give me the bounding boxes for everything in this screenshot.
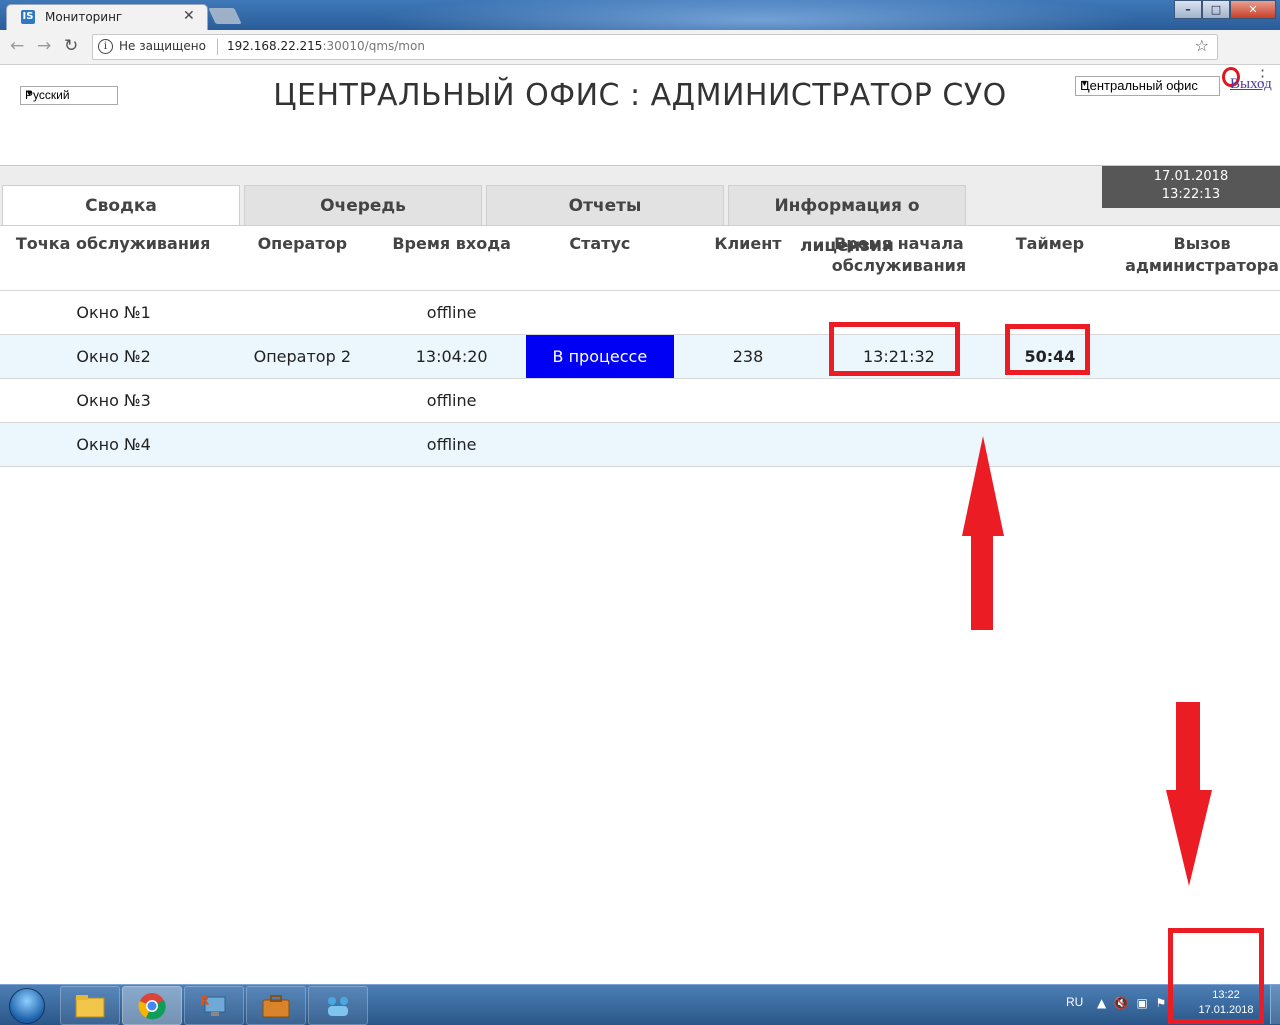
reload-icon[interactable]: ↻ xyxy=(64,36,78,56)
status-cell: В процессе xyxy=(525,334,674,379)
admin-call-cell xyxy=(1124,334,1280,379)
clock-date: 17.01.2018 xyxy=(1153,169,1229,184)
service-point-cell: Окно №3 xyxy=(0,378,228,423)
window-titlebar: IS Мониторинг ✕ – □ ✕ xyxy=(0,0,1280,30)
client-cell xyxy=(673,422,823,467)
column-header: Таймер xyxy=(975,226,1125,291)
url-path: :30010/qms/mon xyxy=(322,39,425,53)
network-icon[interactable]: ▣ xyxy=(1136,996,1147,1010)
tab-close-icon[interactable]: ✕ xyxy=(183,8,195,24)
table-header-row: Точка обслуживания Оператор Время входа … xyxy=(0,226,1280,291)
admin-call-cell xyxy=(1124,290,1280,335)
taskbar-remote-desktop[interactable]: R xyxy=(184,986,244,1025)
site-favicon-icon: IS xyxy=(21,10,35,24)
address-separator xyxy=(217,39,218,55)
annotation-arrow-up-icon xyxy=(962,436,1004,630)
status-cell xyxy=(525,422,674,467)
table-row: Окно №4 offline xyxy=(0,422,1280,467)
operator-cell xyxy=(227,422,378,467)
clock-time: 13:22:13 xyxy=(1161,187,1221,202)
annotation-box-timer xyxy=(1005,324,1090,375)
admin-call-cell xyxy=(1124,422,1280,467)
client-cell xyxy=(673,378,823,423)
service-point-cell: Окно №4 xyxy=(0,422,228,467)
client-cell: 238 xyxy=(673,334,823,379)
tab-queue[interactable]: Очередь xyxy=(244,185,482,225)
operator-cell: Оператор 2 xyxy=(227,334,378,379)
minimize-icon[interactable]: – xyxy=(1174,0,1202,19)
window-close-icon[interactable]: ✕ xyxy=(1230,0,1276,19)
svg-text:R: R xyxy=(200,994,209,1008)
back-arrow-icon[interactable]: ← xyxy=(10,36,24,56)
logout-link[interactable]: Выход xyxy=(1230,76,1272,93)
volume-muted-icon[interactable]: 🔇 xyxy=(1114,996,1129,1010)
chrome-icon xyxy=(138,992,166,1019)
column-header: Время входа xyxy=(377,226,526,291)
browser-toolbar: ← → ↻ i Не защищено 192.168.22.215:30010… xyxy=(0,30,1280,91)
column-header: Оператор xyxy=(227,226,378,291)
taskbar-briefcase-app[interactable] xyxy=(246,986,306,1025)
server-clock: 17.01.2018 13:22:13 xyxy=(1102,166,1280,208)
maximize-icon[interactable]: □ xyxy=(1202,0,1230,19)
tab-license-info[interactable]: Информация о лицензии xyxy=(728,185,966,256)
tab-summary[interactable]: Сводка xyxy=(2,185,240,226)
service-point-cell: Окно №1 xyxy=(0,290,228,335)
operator-cell xyxy=(227,378,378,423)
column-header: Статус xyxy=(525,226,674,291)
forward-arrow-icon[interactable]: → xyxy=(37,36,51,56)
browser-tab-title: Мониторинг xyxy=(45,10,123,24)
taskbar-network-app[interactable] xyxy=(308,986,368,1025)
service-start-cell xyxy=(822,378,976,423)
login-time-cell: offline xyxy=(377,290,526,335)
column-header: Точка обслуживания xyxy=(0,226,228,291)
status-cell xyxy=(525,378,674,423)
tray-flag-icon[interactable]: ⚑ xyxy=(1155,996,1166,1010)
status-badge: В процессе xyxy=(525,335,674,378)
network-people-icon xyxy=(328,996,348,1016)
folder-icon xyxy=(75,994,105,1017)
security-label[interactable]: Не защищено xyxy=(119,39,206,53)
url-host: 192.168.22.215 xyxy=(227,39,323,53)
briefcase-icon xyxy=(262,994,290,1017)
keyboard-language[interactable]: RU xyxy=(1066,995,1083,1009)
status-cell xyxy=(525,290,674,335)
tab-reports[interactable]: Отчеты xyxy=(486,185,724,225)
address-bar[interactable]: i Не защищено 192.168.22.215:30010/qms/m… xyxy=(92,34,1218,60)
start-button[interactable] xyxy=(2,986,50,1024)
client-cell xyxy=(673,290,823,335)
office-select[interactable]: Центральный офис ▼ xyxy=(1075,76,1220,96)
bookmark-star-icon[interactable]: ☆ xyxy=(1195,36,1209,55)
login-time-cell: offline xyxy=(377,422,526,467)
login-time-cell: offline xyxy=(377,378,526,423)
timer-cell xyxy=(975,378,1125,423)
taskbar-chrome[interactable] xyxy=(122,986,182,1025)
annotation-box-start-time xyxy=(829,322,960,376)
login-time-cell: 13:04:20 xyxy=(377,334,526,379)
operator-cell xyxy=(227,290,378,335)
new-tab-button[interactable] xyxy=(208,8,242,24)
column-header: Вызов администратора xyxy=(1124,226,1280,291)
annotation-box-clock xyxy=(1168,928,1264,1024)
browser-tab-active[interactable]: IS Мониторинг ✕ xyxy=(6,4,208,30)
windows-logo-icon xyxy=(9,988,45,1024)
column-header: Клиент xyxy=(673,226,823,291)
column-header: Время начала обслуживания xyxy=(822,226,976,291)
system-tray: ▲ 🔇 ▣ ⚑ xyxy=(1097,996,1166,1010)
annotation-arrow-down-icon xyxy=(1166,702,1212,886)
admin-call-cell xyxy=(1124,378,1280,423)
url-text[interactable]: 192.168.22.215:30010/qms/mon xyxy=(227,39,425,53)
titlebar-glow xyxy=(380,0,1140,30)
table-row: Окно №3 offline xyxy=(0,378,1280,423)
service-point-cell: Окно №2 xyxy=(0,334,228,379)
chevron-down-icon: ▼ xyxy=(1080,78,1089,88)
window-controls: – □ ✕ xyxy=(1174,0,1276,19)
service-start-cell xyxy=(822,422,976,467)
taskbar-explorer[interactable] xyxy=(60,986,120,1025)
remote-desktop-icon: R xyxy=(200,994,226,1016)
show-desktop-button[interactable] xyxy=(1270,985,1280,1024)
info-icon[interactable]: i xyxy=(98,39,113,54)
show-hidden-icons-icon[interactable]: ▲ xyxy=(1097,996,1106,1010)
